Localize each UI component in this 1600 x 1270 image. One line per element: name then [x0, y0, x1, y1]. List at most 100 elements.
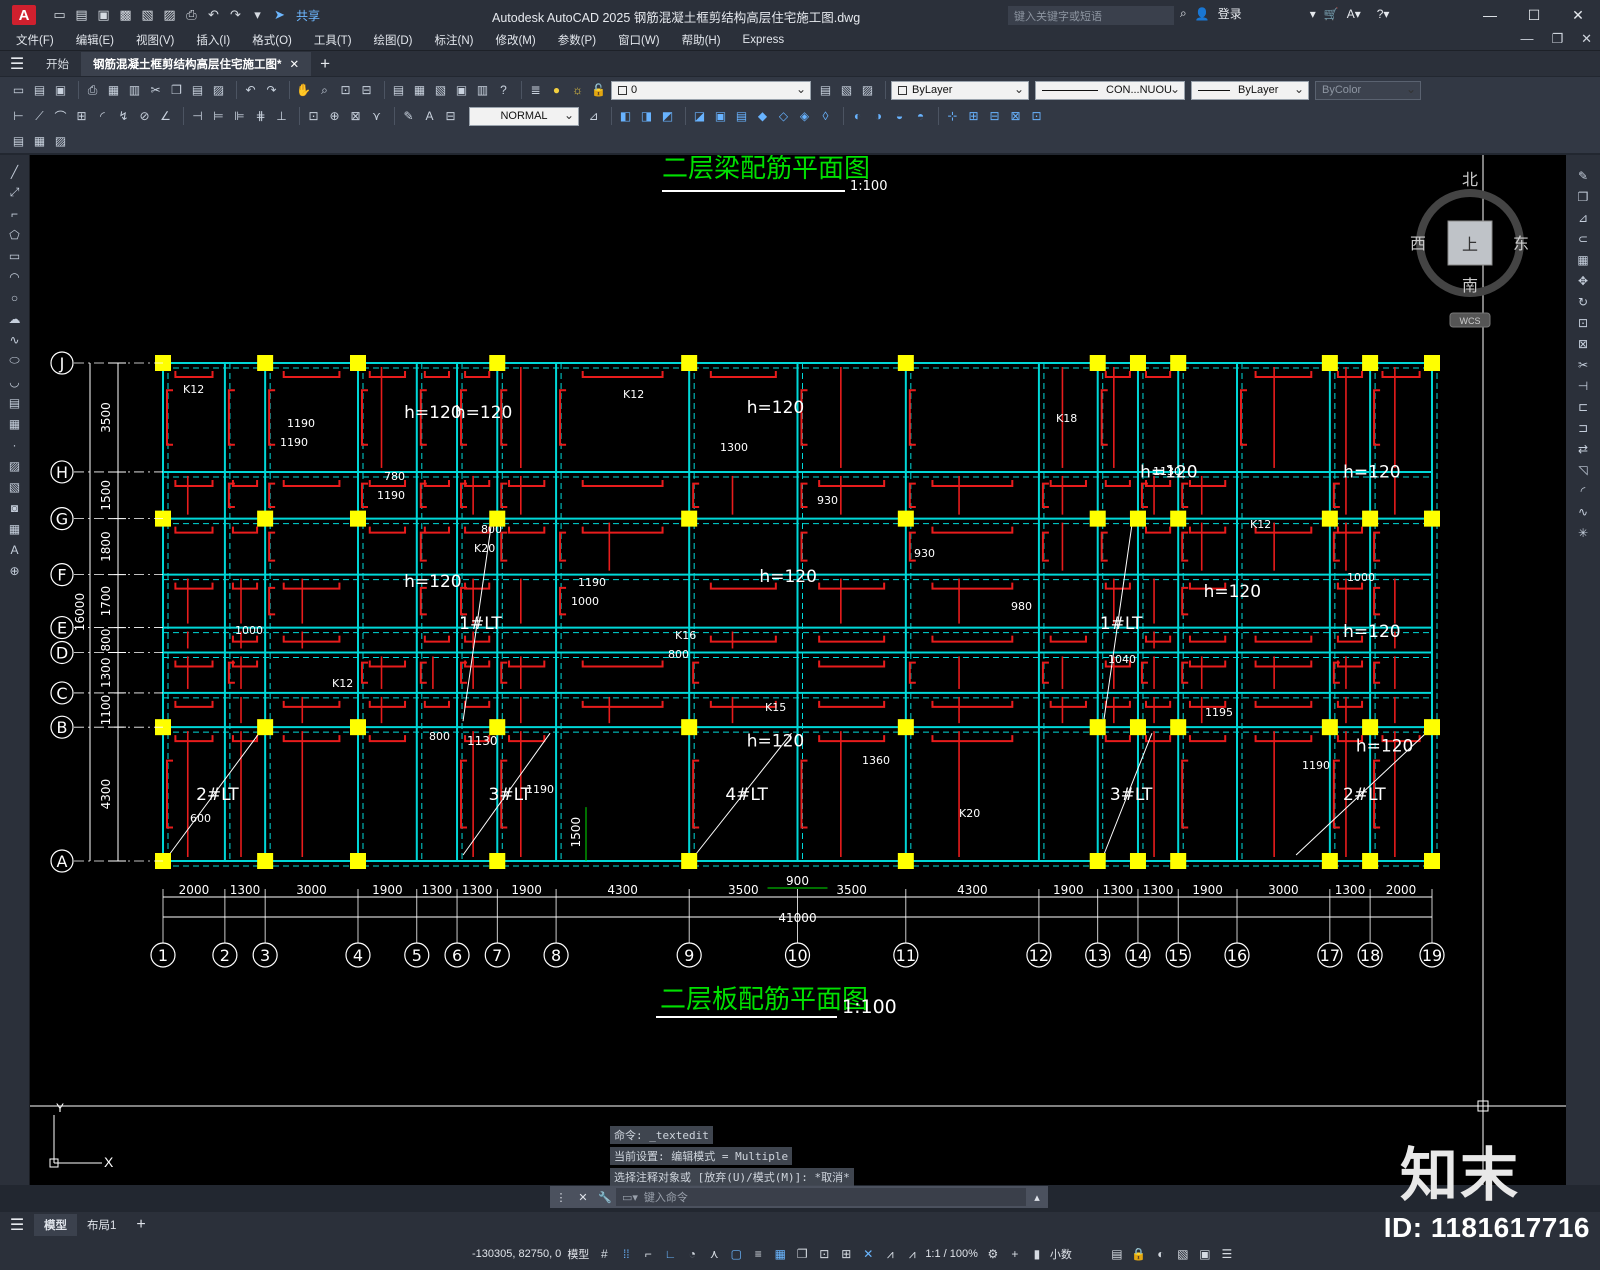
aligned-dimension-icon[interactable]: ⟋ [31, 108, 48, 125]
help-icon[interactable]: ? [495, 82, 512, 99]
mirror-icon[interactable]: ⊿ [1574, 209, 1592, 226]
web-save-icon[interactable]: ▨ [160, 7, 179, 24]
coordinates-readout[interactable]: -130305, 82750, 0 [472, 1248, 561, 1260]
hatch-icon[interactable]: ▨ [6, 457, 24, 474]
view-back-icon[interactable]: ▤ [733, 108, 750, 125]
close-tab-icon[interactable]: ✕ [289, 57, 299, 71]
layer-match-icon[interactable]: ▨ [859, 82, 876, 99]
tool-palettes-icon[interactable]: ▧ [432, 82, 449, 99]
command-input[interactable]: ▭▾ 键入命令 [616, 1188, 1026, 1206]
line-icon[interactable]: ╱ [6, 163, 24, 180]
extend-icon[interactable]: ⊣ [1574, 377, 1592, 394]
menu-draw[interactable]: 绘图(D) [374, 32, 413, 48]
join-icon[interactable]: ⇄ [1574, 440, 1592, 457]
visual-style-real-icon[interactable]: ◓ [912, 108, 929, 125]
insert-block-icon[interactable]: ▦ [31, 133, 48, 150]
graphics-performance-icon[interactable]: ▧ [1174, 1245, 1192, 1263]
revision-cloud-icon[interactable]: ☁ [6, 310, 24, 327]
ucs-previous-icon[interactable]: ⊟ [986, 108, 1003, 125]
redo-icon[interactable]: ↷ [226, 7, 245, 24]
layer-lock-icon[interactable]: 🔓 [590, 82, 607, 99]
chamfer-icon[interactable]: ◹ [1574, 461, 1592, 478]
move-icon[interactable]: ✥ [1574, 272, 1592, 289]
radius-icon[interactable]: ◜ [94, 108, 111, 125]
polar-icon[interactable]: ◔ [683, 1245, 701, 1263]
search-input[interactable]: 键入关键字或短语 [1008, 6, 1174, 25]
ortho-icon[interactable]: ∟ [661, 1245, 679, 1263]
polygon-icon[interactable]: ⬠ [6, 226, 24, 243]
quick-properties-icon[interactable]: ▤ [1108, 1245, 1126, 1263]
menu-icon[interactable]: ☰ [0, 54, 34, 74]
close-icon[interactable]: ✕ [1556, 0, 1600, 30]
save-icon[interactable]: ▣ [52, 82, 69, 99]
ucs-world-icon[interactable]: ⊞ [965, 108, 982, 125]
angular-icon[interactable]: ∠ [157, 108, 174, 125]
redo-icon[interactable]: ↷ [263, 82, 280, 99]
menu-express[interactable]: Express [743, 34, 785, 46]
lineweight-icon[interactable]: ≡ [749, 1245, 767, 1263]
fillet-icon[interactable]: ◜ [1574, 482, 1592, 499]
visual-style-hidden-icon[interactable]: ◒ [891, 108, 908, 125]
insert-block-icon[interactable]: ▤ [6, 394, 24, 411]
copy-object-icon[interactable]: ❐ [1574, 188, 1592, 205]
circle-icon[interactable]: ○ [6, 289, 24, 306]
menu-view[interactable]: 视图(V) [136, 32, 174, 48]
zoom-window-icon[interactable]: ⊡ [337, 82, 354, 99]
zoom-previous-icon[interactable]: ⊟ [358, 82, 375, 99]
dimupdate-icon[interactable]: ⊟ [442, 108, 459, 125]
selection-cycling-icon[interactable]: ❐ [793, 1245, 811, 1263]
plan-title-top[interactable]: 二层梁配筋平面图 [662, 155, 870, 184]
search-icon[interactable]: ⌕ [1180, 6, 1187, 21]
units-icon[interactable]: ▮ [1028, 1245, 1046, 1263]
dimspace-icon[interactable]: ⋕ [252, 108, 269, 125]
jogged-icon[interactable]: ↯ [115, 108, 132, 125]
cut-icon[interactable]: ✂ [147, 82, 164, 99]
login-link[interactable]: 登录 [1218, 5, 1242, 22]
maximize-icon[interactable]: ☐ [1512, 0, 1556, 30]
isodraft-icon[interactable]: ⋏ [705, 1245, 723, 1263]
view-bottom-icon[interactable]: ◨ [638, 108, 655, 125]
open-icon[interactable]: ▤ [31, 82, 48, 99]
dimtedit-icon[interactable]: A [421, 108, 438, 125]
view-top-icon[interactable]: ◧ [617, 108, 634, 125]
customize-qat-icon[interactable]: ▾ [248, 7, 267, 24]
rotate-icon[interactable]: ↻ [1574, 293, 1592, 310]
customize-status-icon[interactable]: ☰ [1218, 1245, 1236, 1263]
menu-parametric[interactable]: 参数(P) [558, 32, 596, 48]
sw-iso-icon[interactable]: ◆ [754, 108, 771, 125]
command-prompt-icon[interactable]: ▭▾ [622, 1191, 638, 1204]
offset-icon[interactable]: ⊂ [1574, 230, 1592, 247]
baseline-icon[interactable]: ⊨ [210, 108, 227, 125]
color-select[interactable]: ByLayer [891, 80, 1029, 100]
arc-icon[interactable]: ◠ [6, 268, 24, 285]
edit-block-icon[interactable]: ▤ [10, 133, 27, 150]
menu-dimension[interactable]: 标注(N) [435, 32, 474, 48]
new-tab-button[interactable]: + [311, 54, 339, 74]
new-file-icon[interactable]: ▭ [50, 7, 69, 24]
dimstyle-icon[interactable]: ⊿ [585, 108, 602, 125]
explode-icon[interactable]: ✳ [1574, 524, 1592, 541]
table-icon[interactable]: ▦ [6, 520, 24, 537]
ucs-face-icon[interactable]: ⊠ [1007, 108, 1024, 125]
view-front-icon[interactable]: ▣ [712, 108, 729, 125]
chevron-down-icon[interactable]: ▾ [1310, 7, 1316, 21]
linear-dimension-icon[interactable]: ⊢ [10, 108, 27, 125]
publish-icon[interactable]: ▥ [126, 82, 143, 99]
annotation-visibility-icon[interactable]: ✕ [859, 1245, 877, 1263]
tolerance-icon[interactable]: ⊡ [305, 108, 322, 125]
dimedit-icon[interactable]: ✎ [400, 108, 417, 125]
dimbreak-icon[interactable]: ⊥ [273, 108, 290, 125]
tab-drawing[interactable]: 钢筋混凝土框剪结构高层住宅施工图* ✕ [81, 51, 312, 76]
properties-icon[interactable]: ▤ [390, 82, 407, 99]
minimize-icon[interactable]: — [1468, 0, 1512, 30]
inspection-icon[interactable]: ⊠ [347, 108, 364, 125]
close-icon[interactable]: ✕ [572, 1191, 594, 1204]
menu-tools[interactable]: 工具(T) [314, 32, 352, 48]
dynamic-ucs-icon[interactable]: ⊞ [837, 1245, 855, 1263]
menu-insert[interactable]: 插入(I) [196, 32, 230, 48]
grip-icon[interactable]: ⋮ [550, 1191, 572, 1204]
web-open-icon[interactable]: ▧ [138, 7, 157, 24]
viewcube-north[interactable]: 北 [1462, 171, 1478, 189]
break-icon[interactable]: ⊐ [1574, 419, 1592, 436]
trim-icon[interactable]: ✂ [1574, 356, 1592, 373]
